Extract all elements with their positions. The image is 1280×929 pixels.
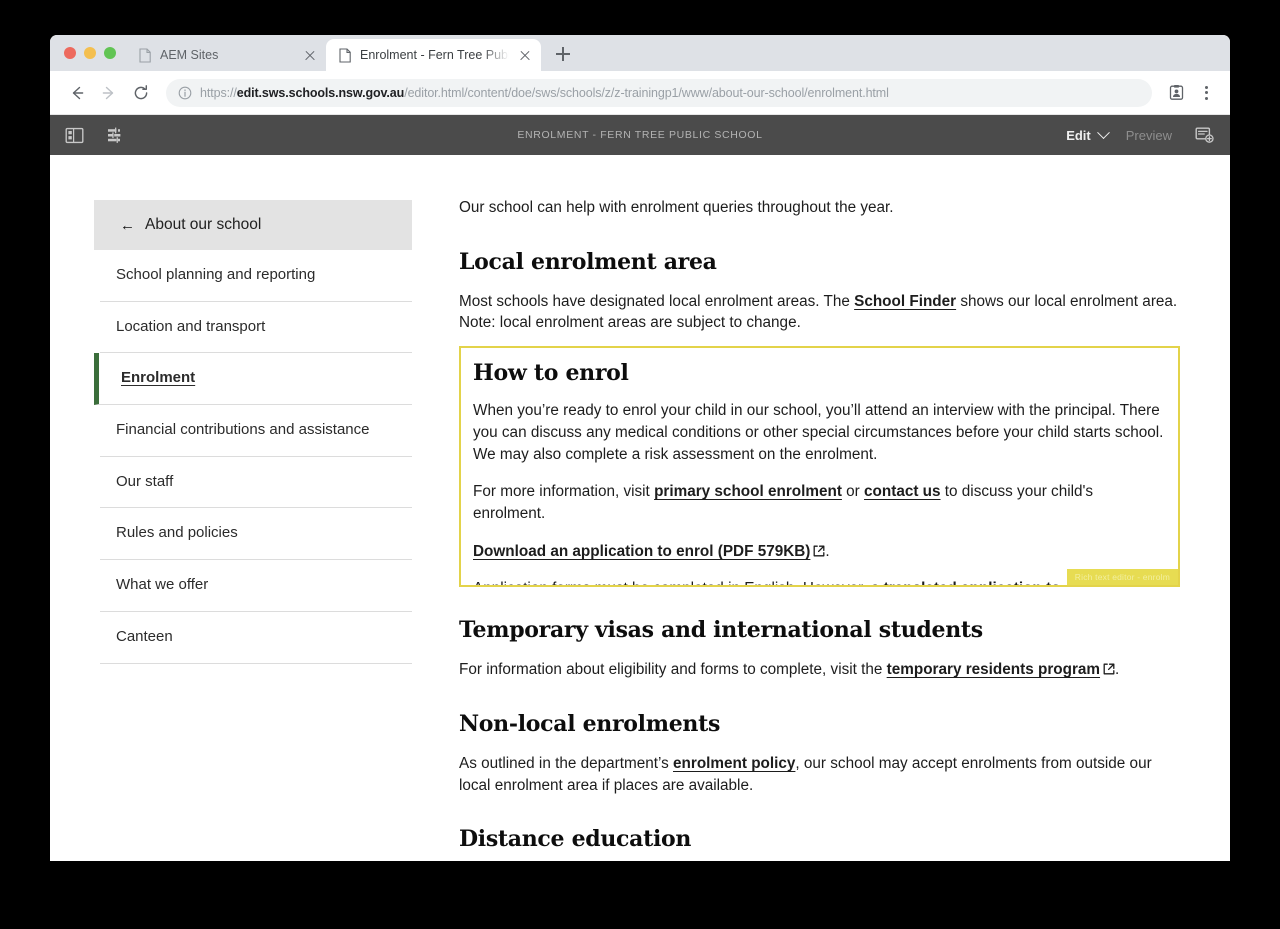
heading-temporary-visas: Temporary visas and international studen… — [459, 617, 983, 644]
back-button[interactable] — [62, 78, 92, 108]
sidebar-item-location-and-transport[interactable]: Location and transport — [100, 302, 412, 354]
link-primary-school-enrolment[interactable]: primary school enrolment — [654, 483, 842, 500]
page-icon — [338, 47, 352, 63]
translated-application-paragraph: Application forms must be completed in E… — [473, 578, 1166, 585]
heading-local-enrolment-area: Local enrolment area — [459, 248, 717, 275]
browser-tab-aem-sites[interactable]: AEM Sites — [126, 39, 326, 71]
non-local-enrolments-paragraph: As outlined in the department’s enrolmen… — [459, 753, 1180, 796]
toggle-side-panel-button[interactable] — [60, 121, 88, 149]
edit-mode-label: Edit — [1066, 127, 1091, 143]
browser-window: AEM Sites Enrolment - Fern Tree Public S — [50, 35, 1230, 861]
page-information-button[interactable] — [102, 121, 130, 149]
sidebar-item-label: What we offer — [116, 576, 209, 594]
sidebar-nav-list: School planning and reporting Location a… — [94, 250, 412, 664]
minimize-window-button[interactable] — [84, 47, 96, 59]
edit-mode-selector[interactable]: Edit — [1066, 125, 1110, 143]
download-application-paragraph: Download an application to enrol (PDF 57… — [473, 541, 1166, 563]
external-link-icon — [1103, 660, 1115, 675]
kebab-menu-icon — [1204, 85, 1208, 100]
sidebar-item-financial-contributions-and-assistance[interactable]: Financial contributions and assistance — [100, 405, 412, 457]
close-window-button[interactable] — [64, 47, 76, 59]
new-tab-button[interactable] — [549, 40, 577, 68]
site-info-icon[interactable] — [178, 86, 192, 100]
text-fragment: . — [1115, 661, 1120, 679]
sidebar-item-label: Location and transport — [116, 317, 266, 335]
rich-text-editor-component[interactable]: How to enrol When you’re ready to enrol … — [459, 346, 1180, 588]
aem-editor-toolbar: ENROLMENT - FERN TREE PUBLIC SCHOOL Edit… — [50, 115, 1230, 155]
sidebar-item-rules-and-policies[interactable]: Rules and policies — [100, 508, 412, 561]
url-scheme: https:// — [200, 85, 237, 100]
local-enrolment-paragraph: Most schools have designated local enrol… — [459, 291, 1180, 334]
chevron-down-icon — [1096, 125, 1110, 139]
section-navigation: ← About our school School planning and r… — [94, 195, 412, 861]
sidebar-item-label: Financial contributions and assistance — [116, 421, 370, 439]
text-fragment: For information about eligibility and fo… — [459, 661, 887, 679]
browser-tab-title: Enrolment - Fern Tree Public S — [360, 48, 509, 62]
text-fragment: Most schools have designated local enrol… — [459, 292, 855, 310]
url-host: edit.sws.schools.nsw.gov.au — [236, 85, 405, 100]
page-icon — [138, 47, 152, 63]
sidebar-item-label: Our staff — [116, 472, 174, 490]
how-to-enrol-paragraph: When you’re ready to enrol your child in… — [473, 402, 1164, 463]
heading-how-to-enrol: How to enrol — [473, 360, 629, 387]
main-content: Our school can help with enrolment queri… — [412, 195, 1180, 861]
browser-address-bar: https://edit.sws.schools.nsw.gov.au/edit… — [50, 71, 1230, 115]
temporary-visas-paragraph: For information about eligibility and fo… — [459, 659, 1180, 681]
sidebar-item-our-staff[interactable]: Our staff — [100, 457, 412, 509]
component-label-badge: Rich text editor - enrolm — [1066, 568, 1178, 586]
intro-paragraph: Our school can help with enrolment queri… — [459, 199, 894, 216]
browser-tab-title: AEM Sites — [160, 48, 219, 62]
sidebar-item-school-planning-and-reporting[interactable]: School planning and reporting — [100, 250, 412, 302]
sidebar-item-enrolment[interactable]: Enrolment — [94, 353, 412, 406]
sidebar-item-what-we-offer[interactable]: What we offer — [100, 560, 412, 612]
sidebar-item-label: Canteen — [116, 627, 173, 645]
more-information-paragraph: For more information, visit primary scho… — [473, 481, 1166, 524]
page-content-area: ← About our school School planning and r… — [50, 155, 1230, 861]
sidebar-item-canteen[interactable]: Canteen — [100, 612, 412, 664]
forward-button[interactable] — [94, 78, 124, 108]
text-fragment: As outlined in the department’s — [459, 754, 674, 772]
sidebar-item-label: School planning and reporting — [116, 266, 316, 283]
sidebar-item-label: Enrolment — [121, 369, 196, 387]
link-download-application-to-enrol[interactable]: Download an application to enrol (PDF 57… — [473, 543, 810, 560]
sidebar-item-label: Rules and policies — [116, 524, 238, 542]
reload-button[interactable] — [126, 78, 156, 108]
link-temporary-residents-program[interactable]: temporary residents program — [887, 661, 1100, 678]
text-fragment: For more information, visit — [473, 483, 655, 501]
window-traffic-lights — [58, 35, 126, 71]
link-contact-us[interactable]: contact us — [864, 483, 941, 500]
annotate-page-button[interactable] — [1190, 121, 1218, 149]
text-fragment: or — [841, 483, 865, 501]
url-path: /editor.html/content/doe/sws/schools/z/z… — [404, 85, 889, 100]
text-fragment: Application forms must be completed in E… — [473, 580, 884, 585]
preview-button[interactable]: Preview — [1126, 128, 1172, 143]
arrow-left-icon: ← — [120, 216, 135, 234]
link-school-finder[interactable]: School Finder — [854, 293, 956, 310]
heading-non-local-enrolments: Non-local enrolments — [459, 710, 721, 737]
external-link-icon — [813, 542, 825, 557]
url-input[interactable]: https://edit.sws.schools.nsw.gov.au/edit… — [166, 78, 1152, 107]
sidebar-header-label: About our school — [145, 216, 262, 233]
page-title: ENROLMENT - FERN TREE PUBLIC SCHOOL — [517, 129, 763, 141]
browser-menu-button[interactable] — [1192, 79, 1220, 107]
heading-distance-education: Distance education — [459, 826, 692, 853]
maximize-window-button[interactable] — [104, 47, 116, 59]
link-enrolment-policy[interactable]: enrolment policy — [673, 755, 795, 772]
close-icon[interactable] — [302, 47, 318, 63]
text-fragment: . — [825, 542, 830, 560]
browser-tab-enrolment[interactable]: Enrolment - Fern Tree Public S — [326, 39, 541, 71]
sidebar-back-to-about-our-school[interactable]: ← About our school — [94, 200, 412, 250]
close-icon[interactable] — [517, 47, 533, 63]
profile-icon[interactable] — [1162, 79, 1190, 107]
browser-tab-strip: AEM Sites Enrolment - Fern Tree Public S — [50, 35, 1230, 71]
url-text: https://edit.sws.schools.nsw.gov.au/edit… — [200, 86, 889, 100]
